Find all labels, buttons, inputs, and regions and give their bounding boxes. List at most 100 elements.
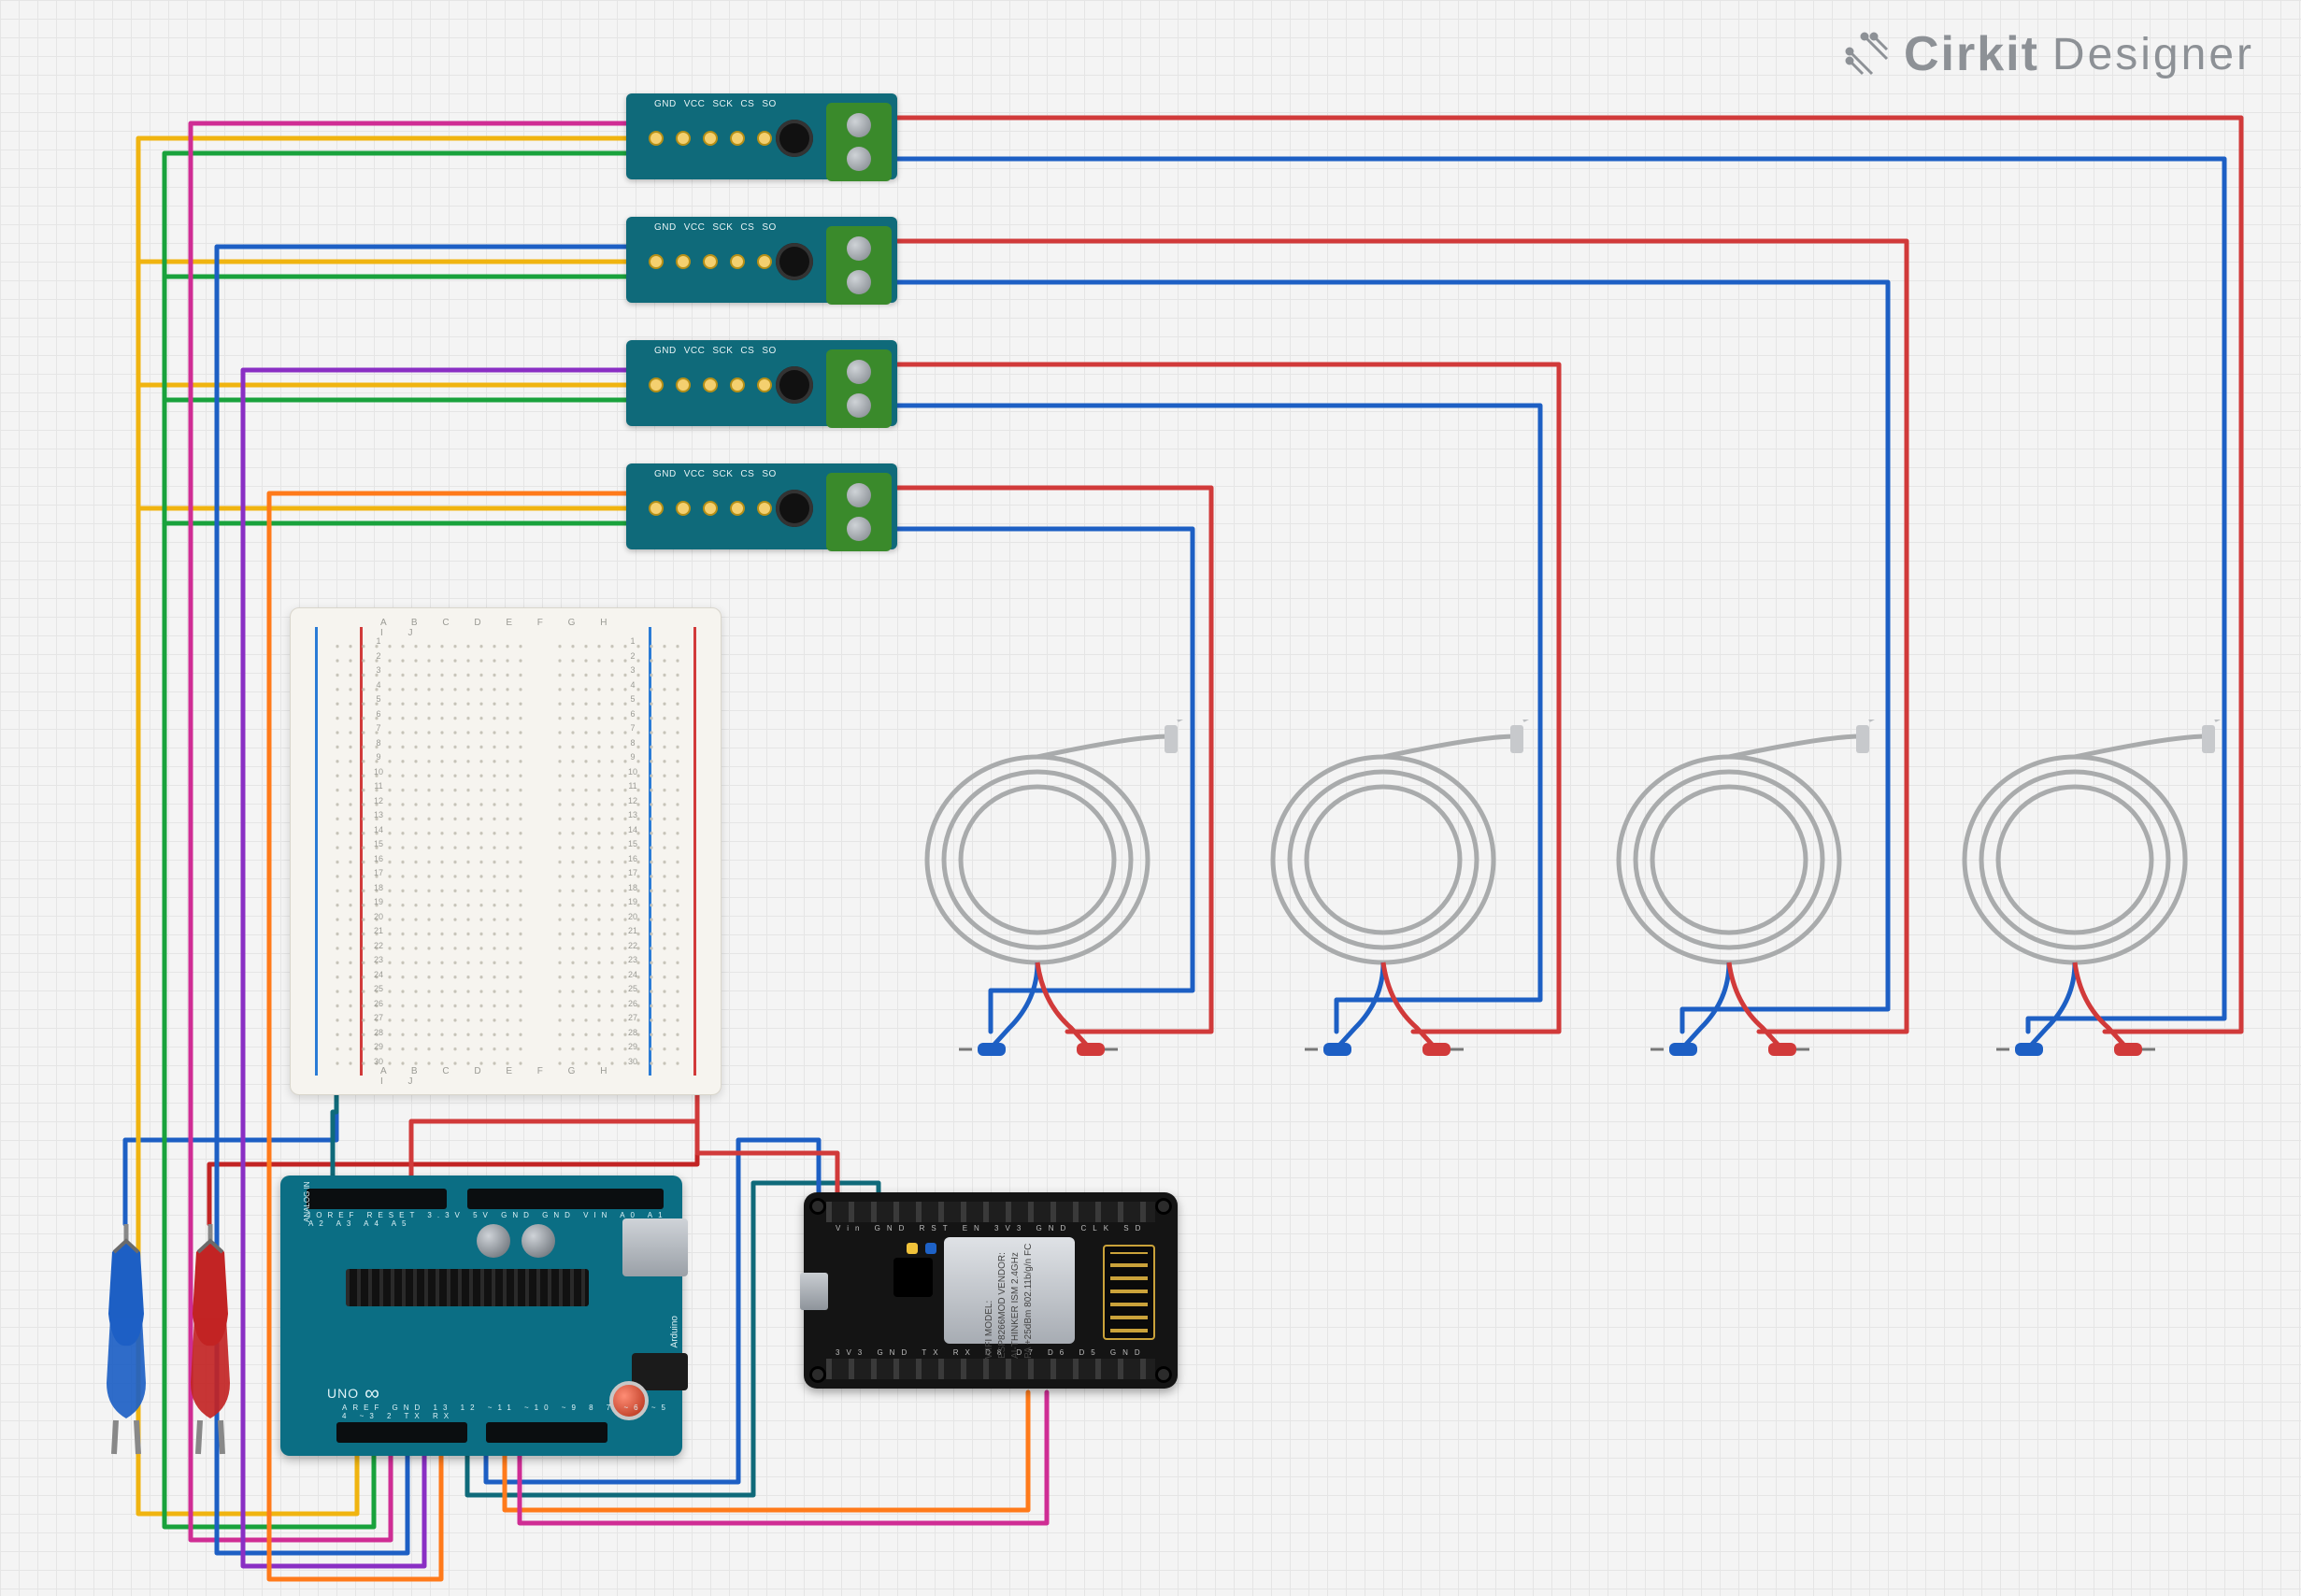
module-pin-labels: GNDVCCSCKCSSO [654, 346, 777, 356]
module-pin[interactable] [703, 501, 718, 516]
uno-header-analog[interactable] [467, 1189, 664, 1209]
module-pin[interactable] [730, 131, 745, 146]
max6675-2[interactable]: GNDVCCSCKCSSO+− [626, 217, 897, 303]
module-pin[interactable] [649, 254, 664, 269]
screw-terminal[interactable] [826, 226, 892, 305]
nodemcu-header-bottom[interactable] [826, 1359, 1155, 1379]
module-pin[interactable] [730, 501, 745, 516]
breadboard-rail-neg-left [315, 627, 318, 1076]
module-pin-row[interactable] [649, 378, 772, 392]
module-pin-labels: GNDVCCSCKCSSO [654, 469, 777, 479]
mounting-hole [809, 1198, 826, 1215]
uno-logo: UNO ∞ [327, 1381, 380, 1405]
module-pin[interactable] [703, 378, 718, 392]
uno-top-pin-labels: IOREF RESET 3.3V 5V GND GND VIN A0 A1 A2… [308, 1211, 682, 1228]
screw-terminal[interactable] [826, 473, 892, 551]
breadboard-row-numbers-right: 1234567891011121314151617181920212223242… [623, 636, 642, 1066]
brand-designer: Designer [2052, 29, 2254, 80]
brand-cirkit: Cirkit [1904, 26, 2039, 82]
module-pin[interactable] [730, 254, 745, 269]
wire[interactable] [164, 400, 673, 523]
wire[interactable] [138, 385, 654, 508]
nodemcu-led [907, 1243, 918, 1254]
esp8266-antenna [1103, 1245, 1155, 1340]
module-pin-row[interactable] [649, 254, 772, 269]
screw[interactable] [847, 517, 871, 541]
esp8266-shield-text: WIFI MODEL: ESP8266MOD VENDOR: AI-THINKE… [983, 1239, 1036, 1359]
arduino-uno[interactable]: UNO ∞ IOREF RESET 3.3V 5V GND GND VIN A0… [280, 1176, 682, 1456]
nodemcu-usb-port[interactable] [800, 1273, 828, 1310]
uno-header-digital-low[interactable] [486, 1422, 607, 1443]
max6675-4[interactable]: GNDVCCSCKCSSO+− [626, 463, 897, 549]
wire[interactable] [164, 153, 673, 277]
module-pin[interactable] [703, 131, 718, 146]
mounting-hole [1155, 1366, 1172, 1383]
nodemcu-header-top[interactable] [826, 1202, 1155, 1222]
module-pin[interactable] [676, 378, 691, 392]
screw[interactable] [847, 236, 871, 261]
wire[interactable] [138, 262, 654, 385]
uno-bottom-pin-labels: AREF GND 13 12 ~11 ~10 ~9 8 7 ~6 ~5 4 ~3… [342, 1404, 682, 1420]
nodemcu-usb-chip [893, 1258, 933, 1297]
breadboard[interactable]: A B C D E F G H I J A B C D E F G H I J … [290, 607, 722, 1095]
breadboard-letters-bottom: A B C D E F G H I J [380, 1066, 631, 1087]
uno-side-label: Arduino [669, 1316, 679, 1347]
breadboard-row-numbers-left: 1234567891011121314151617181920212223242… [369, 636, 388, 1066]
screw[interactable] [847, 113, 871, 137]
module-pin[interactable] [649, 501, 664, 516]
clip-blue[interactable] [93, 1224, 159, 1458]
module-pin[interactable] [730, 378, 745, 392]
nodemcu-led [925, 1243, 936, 1254]
uno-header-power[interactable] [307, 1189, 447, 1209]
module-pin[interactable] [757, 378, 772, 392]
module-pin[interactable] [676, 131, 691, 146]
screw[interactable] [847, 360, 871, 384]
screw-terminal[interactable] [826, 103, 892, 181]
max6675-3[interactable]: GNDVCCSCKCSSO+− [626, 340, 897, 426]
max6675-1[interactable]: GNDVCCSCKCSSO+− [626, 93, 897, 179]
breadboard-rail-pos-right [693, 627, 696, 1076]
uno-name: UNO [327, 1386, 359, 1401]
brand-label: Cirkit Designer [1844, 26, 2254, 82]
uno-mcu-chip [346, 1269, 589, 1306]
screw-terminal[interactable] [826, 349, 892, 428]
uno-header-digital-high[interactable] [336, 1422, 467, 1443]
module-pin-labels: GNDVCCSCKCSSO [654, 99, 777, 109]
uno-capacitor [522, 1224, 555, 1258]
module-pin[interactable] [676, 501, 691, 516]
max6675-chip [776, 120, 813, 157]
mounting-hole [1155, 1198, 1172, 1215]
nodemcu-top-labels: Vin GND RST EN 3V3 GND CLK SD0 CMD SD1 S… [836, 1224, 1146, 1233]
module-pin[interactable] [649, 378, 664, 392]
max6675-chip [776, 243, 813, 280]
module-pin-row[interactable] [649, 501, 772, 516]
tc-4[interactable] [1935, 720, 2252, 1084]
mounting-hole [809, 1366, 826, 1383]
module-pin[interactable] [649, 131, 664, 146]
module-pin-row[interactable] [649, 131, 772, 146]
module-pin[interactable] [757, 254, 772, 269]
uno-capacitor [477, 1224, 510, 1258]
screw[interactable] [847, 270, 871, 294]
uno-analog-label: ANALOG IN [303, 1181, 311, 1222]
screw[interactable] [847, 147, 871, 171]
canvas[interactable]: Cirkit Designer GNDVCCSCKCSSO+−GNDVCCSCK… [0, 0, 2301, 1596]
breadboard-letters-top: A B C D E F G H I J [380, 618, 631, 638]
brand-icon [1844, 31, 1891, 78]
clip-red[interactable] [178, 1224, 243, 1458]
screw[interactable] [847, 393, 871, 418]
module-pin[interactable] [757, 501, 772, 516]
module-pin-labels: GNDVCCSCKCSSO [654, 222, 777, 233]
tc-2[interactable] [1243, 720, 1561, 1084]
module-pin[interactable] [703, 254, 718, 269]
tc-1[interactable] [897, 720, 1215, 1084]
max6675-chip [776, 490, 813, 527]
nodemcu-esp8266[interactable]: Vin GND RST EN 3V3 GND CLK SD0 CMD SD1 S… [804, 1192, 1178, 1389]
wire[interactable] [164, 277, 673, 400]
max6675-chip [776, 366, 813, 404]
screw[interactable] [847, 483, 871, 507]
wire[interactable] [138, 138, 654, 262]
module-pin[interactable] [676, 254, 691, 269]
tc-3[interactable] [1589, 720, 1907, 1084]
module-pin[interactable] [757, 131, 772, 146]
